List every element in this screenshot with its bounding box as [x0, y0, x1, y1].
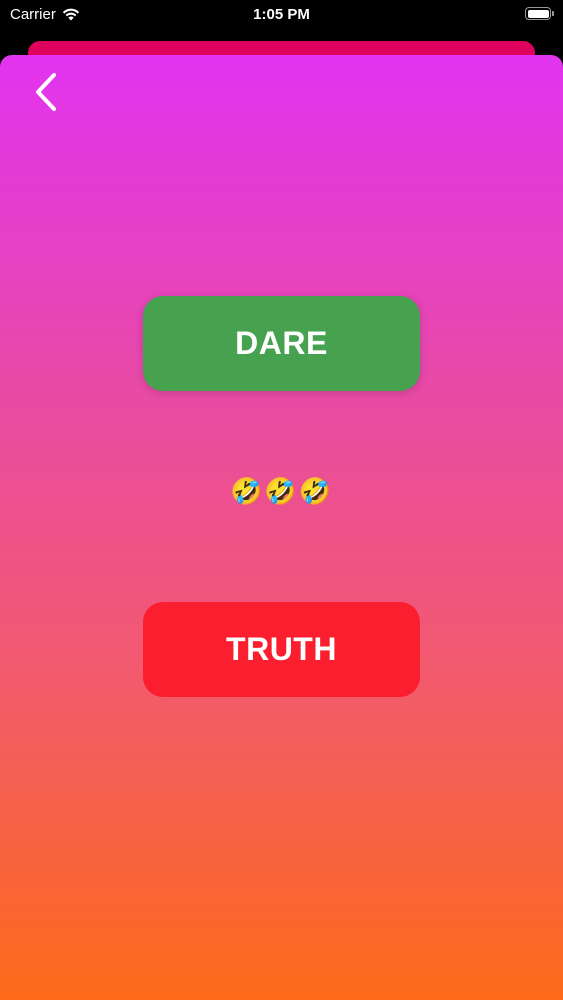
truth-button[interactable]: TRUTH [143, 602, 420, 697]
back-button[interactable] [30, 71, 66, 115]
battery-level [527, 9, 549, 18]
dare-button[interactable]: DARE [143, 296, 420, 391]
chevron-left-icon [36, 73, 56, 111]
truth-or-dare-sheet: DARE 🤣🤣🤣 TRUTH [0, 55, 563, 1000]
status-bar: Carrier 1:05 PM [0, 0, 563, 30]
truth-label: TRUTH [226, 631, 337, 667]
status-time: 1:05 PM [253, 6, 310, 23]
app-screen: Carrier 1:05 PM DARE 🤣🤣🤣 TRUTH [0, 0, 563, 1000]
battery-icon [525, 7, 554, 20]
dare-label: DARE [235, 325, 328, 361]
battery-cap [552, 11, 554, 16]
laughing-emoji-row: 🤣🤣🤣 [229, 477, 334, 507]
